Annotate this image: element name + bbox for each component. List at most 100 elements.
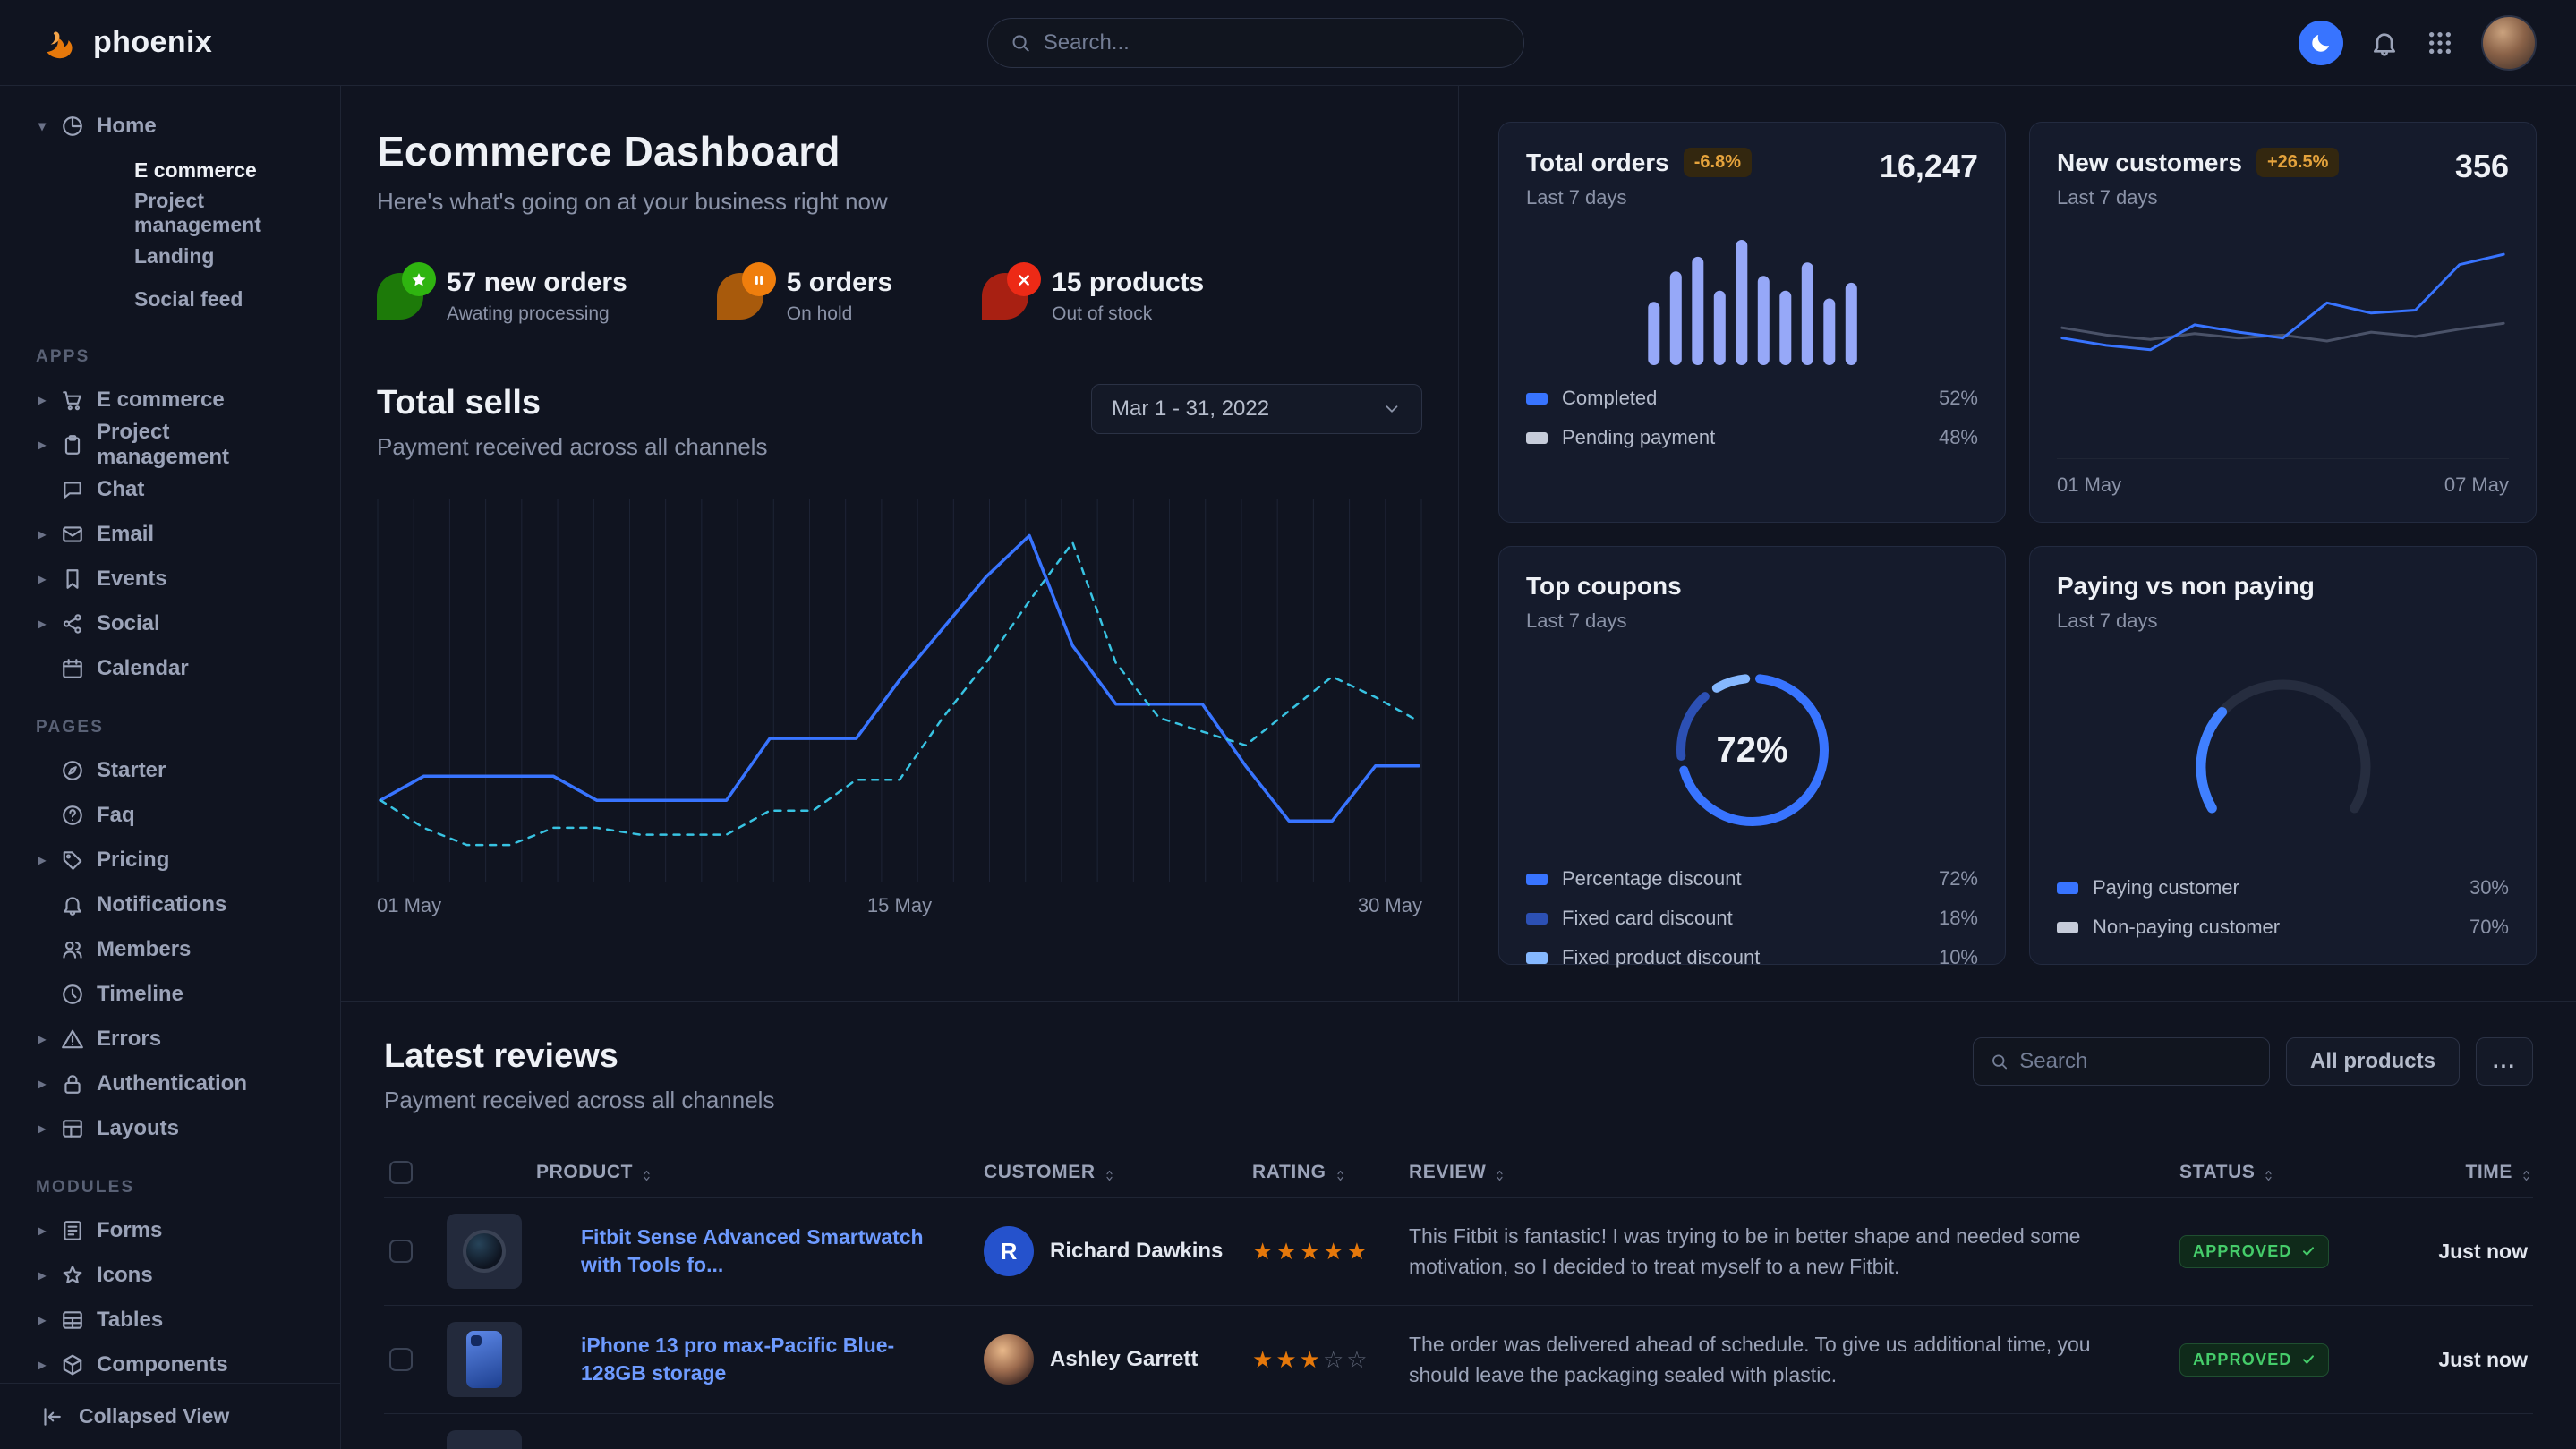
sidebar-section-pages: PAGES xyxy=(36,718,304,737)
review-text: This Fitbit is fantastic! I was trying t… xyxy=(1409,1221,2179,1283)
x-tick: 30 May xyxy=(1358,894,1422,917)
sidebar-item-calendar[interactable]: Calendar xyxy=(21,646,319,691)
stat-new-orders: 57 new orders Awating processing xyxy=(377,268,627,325)
star-icon xyxy=(402,262,436,296)
sidebar-item-icons[interactable]: ▸ Icons xyxy=(21,1253,319,1298)
reviews-search-input[interactable] xyxy=(2019,1049,2253,1074)
chevron-down-icon xyxy=(1382,399,1402,419)
sidebar-item-notifications[interactable]: Notifications xyxy=(21,882,319,927)
customer-name: Ashley Garrett xyxy=(1050,1347,1198,1372)
product-link[interactable]: iPhone 13 pro max-Pacific Blue-128GB sto… xyxy=(581,1332,984,1387)
legend-swatch xyxy=(1526,432,1548,444)
card-title: New customers xyxy=(2057,149,2242,177)
customers-line-chart xyxy=(2057,233,2509,403)
card-title: Total orders xyxy=(1526,149,1669,177)
status-label: APPROVED xyxy=(2193,1351,2292,1369)
shopping-cart-icon xyxy=(61,388,84,412)
table-row xyxy=(384,1414,2533,1449)
column-header-rating[interactable]: RATING xyxy=(1252,1162,1409,1183)
column-header-status[interactable]: STATUS xyxy=(2179,1162,2390,1183)
bell-icon xyxy=(61,893,84,916)
check-icon xyxy=(2301,1352,2316,1367)
total-sells-subtitle: Payment received across all channels xyxy=(377,433,767,461)
sidebar-item-project-management-dashboard[interactable]: Project management xyxy=(21,192,319,234)
column-header-review[interactable]: REVIEW xyxy=(1409,1162,2179,1183)
theme-toggle-button[interactable] xyxy=(2299,21,2343,65)
sidebar-item-forms[interactable]: ▸ Forms xyxy=(21,1208,319,1253)
total-sells-chart: 01 May 15 May 30 May xyxy=(377,499,1422,917)
all-products-button[interactable]: All products xyxy=(2286,1037,2460,1086)
caret-right-icon: ▸ xyxy=(36,436,48,454)
column-label: PRODUCT xyxy=(536,1162,633,1183)
sidebar-item-faq[interactable]: Faq xyxy=(21,793,319,838)
coupons-donut-chart: 72% xyxy=(1659,656,1847,844)
global-search-input[interactable] xyxy=(1044,30,1502,55)
sidebar-item-label: Social xyxy=(97,611,160,636)
card-period: Last 7 days xyxy=(2057,186,2339,209)
sidebar-item-components[interactable]: ▸ Components xyxy=(21,1342,319,1383)
column-header-time[interactable]: TIME xyxy=(2390,1162,2533,1183)
sidebar-item-tables[interactable]: ▸ Tables xyxy=(21,1298,319,1342)
legend-value: 72% xyxy=(1939,867,1978,891)
sidebar-item-label: Timeline xyxy=(97,982,183,1007)
column-header-product[interactable]: PRODUCT xyxy=(447,1162,984,1183)
sidebar-item-chat[interactable]: Chat xyxy=(21,467,319,512)
sidebar-item-apps-e-commerce[interactable]: ▸ E commerce xyxy=(21,378,319,422)
caret-right-icon: ▸ xyxy=(36,525,48,543)
sidebar-item-errors[interactable]: ▸ Errors xyxy=(21,1017,319,1061)
stat-caption: Out of stock xyxy=(1052,303,1204,325)
sidebar-item-layouts[interactable]: ▸ Layouts xyxy=(21,1106,319,1151)
card-period: Last 7 days xyxy=(1526,609,1978,633)
sidebar-item-pricing[interactable]: ▸ Pricing xyxy=(21,838,319,882)
sidebar-item-home[interactable]: ▾ Home xyxy=(21,104,319,149)
sidebar-item-events[interactable]: ▸ Events xyxy=(21,557,319,601)
collapse-sidebar-button[interactable]: Collapsed View xyxy=(0,1383,340,1449)
paying-gauge-chart xyxy=(2131,660,2435,848)
date-range-select[interactable]: Mar 1 - 31, 2022 xyxy=(1091,384,1422,434)
time-cell: Just now xyxy=(2390,1348,2533,1372)
x-icon xyxy=(1007,262,1041,296)
sidebar-item-label: E commerce xyxy=(97,388,225,413)
sidebar-item-authentication[interactable]: ▸ Authentication xyxy=(21,1061,319,1106)
caret-down-icon: ▾ xyxy=(36,117,48,135)
time-cell: Just now xyxy=(2390,1240,2533,1264)
sidebar-item-timeline[interactable]: Timeline xyxy=(21,972,319,1017)
sort-icon xyxy=(2262,1166,2275,1180)
notifications-bell-icon[interactable] xyxy=(2370,29,2399,57)
legend-label: Percentage discount xyxy=(1562,867,1742,891)
stat-caption: Awating processing xyxy=(447,303,627,325)
customer-name: Richard Dawkins xyxy=(1050,1239,1223,1264)
sidebar-section-apps: APPS xyxy=(36,347,304,367)
stat-value: 57 new orders xyxy=(447,268,627,298)
sidebar-item-social-feed[interactable]: Social feed xyxy=(21,277,319,320)
sidebar-item-label: Home xyxy=(97,114,157,139)
sidebar-item-social[interactable]: ▸ Social xyxy=(21,601,319,646)
top-navbar: phoenix xyxy=(0,0,2576,86)
sidebar-item-e-commerce-dashboard[interactable]: E commerce xyxy=(21,149,319,192)
column-header-customer[interactable]: CUSTOMER xyxy=(984,1162,1252,1183)
apps-grid-icon[interactable] xyxy=(2426,29,2454,57)
star-outline-icon xyxy=(61,1264,84,1287)
sidebar-item-starter[interactable]: Starter xyxy=(21,748,319,793)
sidebar-item-email[interactable]: ▸ Email xyxy=(21,512,319,557)
product-link[interactable]: Fitbit Sense Advanced Smartwatch with To… xyxy=(581,1223,984,1279)
sidebar-item-members[interactable]: Members xyxy=(21,927,319,972)
sidebar: ▾ Home E commerce Project management Lan… xyxy=(0,86,341,1449)
caret-right-icon: ▸ xyxy=(36,1356,48,1374)
stat-value: 15 products xyxy=(1052,268,1204,298)
user-avatar[interactable] xyxy=(2481,15,2537,71)
product-image xyxy=(447,1430,522,1449)
sidebar-item-label: Faq xyxy=(97,803,135,828)
sidebar-item-apps-project-management[interactable]: ▸ Project management xyxy=(21,422,319,467)
more-actions-button[interactable]: ... xyxy=(2476,1037,2533,1086)
on-hold-leaf xyxy=(717,273,763,320)
row-checkbox[interactable] xyxy=(389,1240,413,1263)
legend-swatch xyxy=(1526,913,1548,925)
brand-link[interactable]: phoenix xyxy=(39,22,212,64)
pause-icon xyxy=(742,262,776,296)
table-row: iPhone 13 pro max-Pacific Blue-128GB sto… xyxy=(384,1306,2533,1414)
avatar xyxy=(984,1334,1034,1385)
select-all-checkbox[interactable] xyxy=(389,1161,413,1184)
sidebar-item-landing[interactable]: Landing xyxy=(21,234,319,277)
row-checkbox[interactable] xyxy=(389,1348,413,1371)
